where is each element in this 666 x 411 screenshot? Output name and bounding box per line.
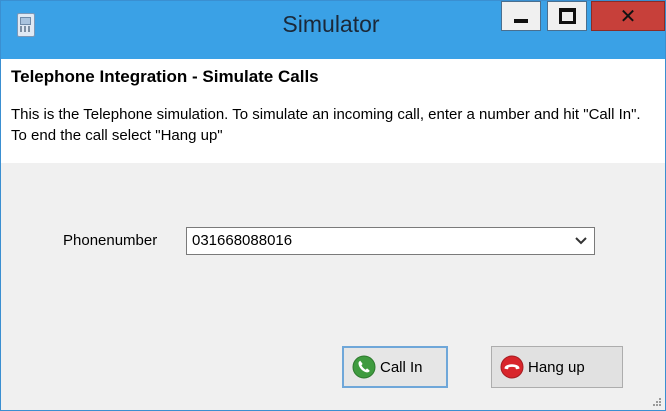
minimize-icon [514, 19, 528, 23]
hang-up-button[interactable]: Hang up [491, 346, 623, 388]
header-description: This is the Telephone simulation. To sim… [11, 106, 641, 144]
resize-grip-icon[interactable] [652, 397, 662, 407]
phonenumber-combobox[interactable]: 031668088016 [186, 227, 595, 255]
phone-answer-icon [352, 355, 376, 379]
telephone-app-icon [17, 13, 35, 37]
simulator-window: Simulator ✕ Telephone Integration - Simu… [0, 0, 666, 411]
close-icon: ✕ [619, 4, 637, 28]
header-title: Telephone Integration - Simulate Calls [11, 67, 319, 86]
hang-up-label: Hang up [528, 358, 585, 376]
header-panel: Telephone Integration - Simulate Calls T… [1, 59, 665, 163]
call-in-button[interactable]: Call In [342, 346, 448, 388]
chevron-down-icon[interactable] [574, 236, 588, 246]
minimize-button[interactable] [501, 1, 541, 31]
call-in-label: Call In [380, 358, 423, 376]
window-title: Simulator [282, 11, 380, 37]
maximize-icon [558, 8, 576, 24]
phonenumber-label: Phonenumber [63, 232, 158, 249]
phonenumber-value: 031668088016 [192, 232, 293, 249]
phone-hangup-icon [500, 355, 524, 379]
title-bar[interactable]: Simulator ✕ [1, 1, 665, 59]
close-button[interactable]: ✕ [591, 1, 665, 31]
maximize-button[interactable] [547, 1, 587, 31]
